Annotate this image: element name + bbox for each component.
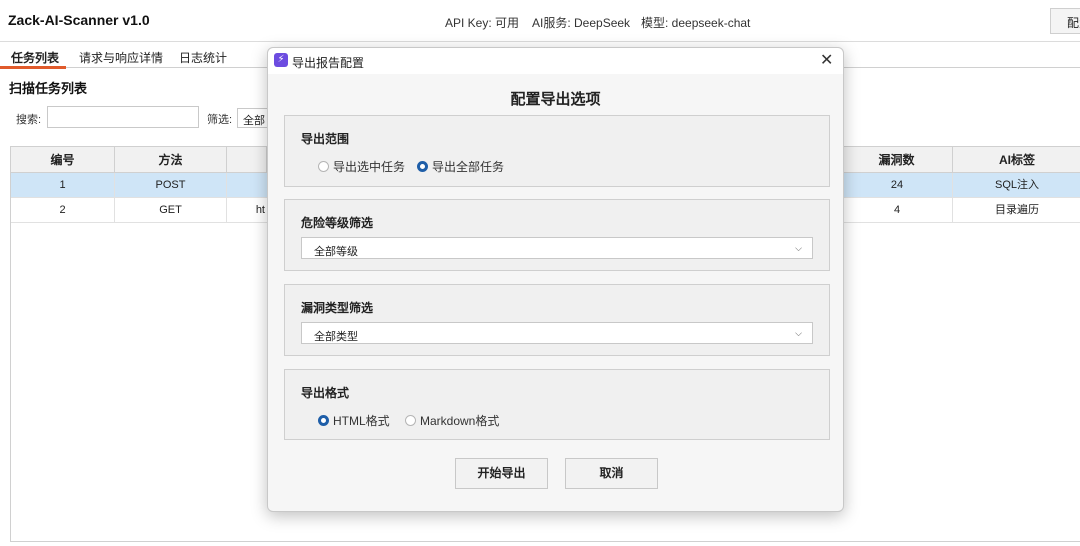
api-key-status: API Key: 可用 [445,16,520,30]
severity-select[interactable]: 全部等级 ⌵ [301,237,813,259]
cell-url: ht [255,204,265,216]
column-header-vulns[interactable]: 漏洞数 [841,147,953,173]
radio-export-selected[interactable]: 导出选中任务 [318,158,405,175]
radio-label: Markdown格式 [420,414,500,428]
ai-service-status: AI服务: DeepSeek [532,16,631,30]
radio-format-markdown[interactable]: Markdown格式 [405,412,499,429]
tab-task-list[interactable]: 任务列表 [11,49,59,66]
start-export-button[interactable]: 开始导出 [455,458,548,489]
close-icon[interactable]: ✕ [820,50,833,70]
radio-checked-icon [318,415,329,426]
app-title: Zack-AI-Scanner v1.0 [8,12,150,28]
radio-label: 导出全部任务 [432,160,505,174]
radio-unchecked-icon [405,415,416,426]
radio-export-all[interactable]: 导出全部任务 [417,158,504,175]
active-tab-indicator [0,66,66,69]
export-scope-title: 导出范围 [301,132,350,146]
export-format-title: 导出格式 [301,386,350,400]
cell-method: POST [115,173,227,198]
export-format-group: 导出格式 HTML格式 Markdown格式 [284,369,830,440]
column-header-method[interactable]: 方法 [115,147,227,173]
search-input[interactable] [47,106,199,128]
dialog-heading: 配置导出选项 [510,91,601,108]
export-scope-group: 导出范围 导出选中任务 导出全部任务 [284,115,830,187]
dialog-title: 导出报告配置 [292,56,365,70]
radio-checked-icon [417,161,428,172]
vuln-type-filter-title: 漏洞类型筛选 [301,301,374,315]
cell-ai-tag: SQL注入 [994,179,1039,191]
lightning-icon: ⚡ [274,53,288,67]
chevron-down-icon: ⌵ [795,243,802,253]
severity-select-value: 全部等级 [314,246,358,258]
section-title: 扫描任务列表 [9,81,88,96]
search-label: 搜索: [16,114,42,126]
filter-label: 筛选: [207,114,233,126]
cell-ai-tag: 目录遍历 [995,204,1039,216]
radio-label: 导出选中任务 [333,160,406,174]
vuln-type-filter-group: 漏洞类型筛选 全部类型 ⌵ [284,284,830,356]
tab-request-response[interactable]: 请求与响应详情 [79,49,163,66]
column-header-ai-tag[interactable]: AI标签 [953,147,1080,173]
cell-id: 2 [11,198,115,223]
vuln-type-select[interactable]: 全部类型 ⌵ [301,322,813,344]
cancel-button[interactable]: 取消 [565,458,658,489]
vuln-type-select-value: 全部类型 [314,331,358,343]
dialog-titlebar[interactable]: ⚡ 导出报告配置 ✕ [268,48,843,74]
tab-log-stats[interactable]: 日志统计 [179,49,227,66]
app-header: Zack-AI-Scanner v1.0 API Key: 可用 AI服务: D… [0,0,1080,42]
severity-filter-title: 危险等级筛选 [301,216,374,230]
cell-vulns: 24 [841,173,953,198]
config-button[interactable]: 配置 [1050,8,1080,34]
radio-label: HTML格式 [333,414,390,428]
radio-format-html[interactable]: HTML格式 [318,412,390,429]
cell-method: GET [115,198,227,223]
cell-id: 1 [11,173,115,198]
column-header-id[interactable]: 编号 [11,147,115,173]
severity-filter-group: 危险等级筛选 全部等级 ⌵ [284,199,830,271]
column-header-url[interactable] [227,147,267,173]
cell-vulns: 4 [841,198,953,223]
model-status: 模型: deepseek-chat [641,16,751,30]
chevron-down-icon: ⌵ [795,328,802,338]
export-report-dialog: ⚡ 导出报告配置 ✕ 配置导出选项 导出范围 导出选中任务 导出全部任务 危险等… [267,47,844,512]
radio-unchecked-icon [318,161,329,172]
